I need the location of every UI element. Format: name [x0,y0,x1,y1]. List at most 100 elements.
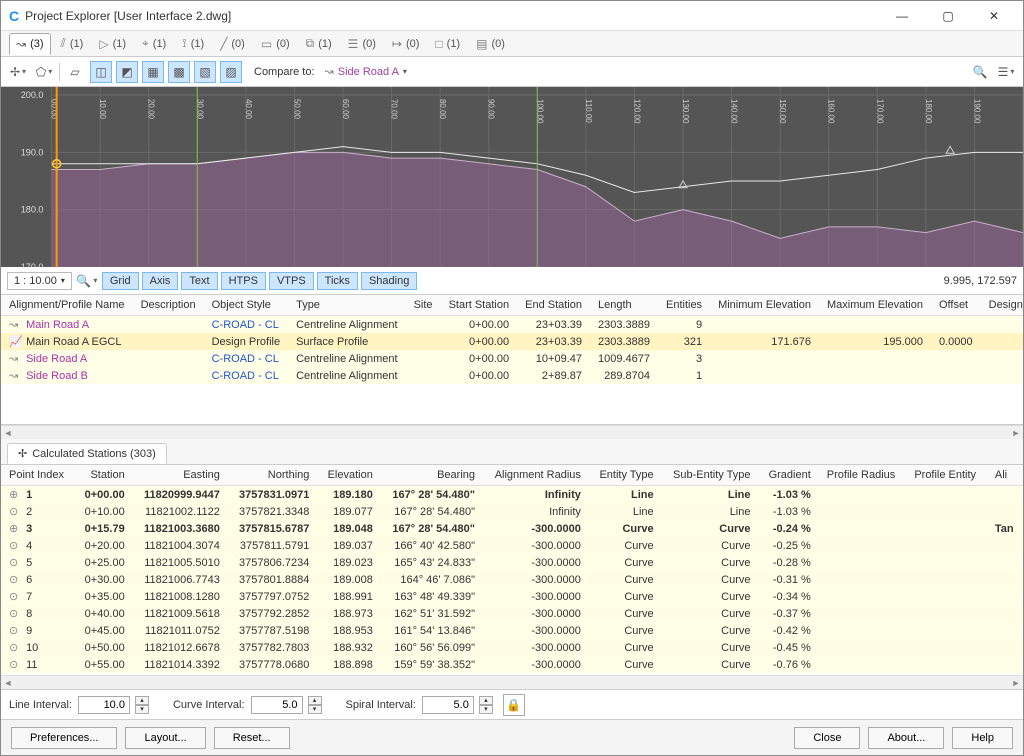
toggle-htps[interactable]: HTPS [221,272,266,290]
svg-text:170.0: 170.0 [21,262,44,267]
line-interval-input[interactable] [78,696,130,714]
toggle-ticks[interactable]: Ticks [317,272,358,290]
view-profile4-icon[interactable]: ▩ [168,61,190,83]
tool-dropdown-1[interactable]: ✢ [7,61,29,83]
station-row[interactable]: ⊙ 9 0+45.00 11821011.0752 3757787.5198 1… [1,622,1023,639]
maximize-button[interactable]: ▢ [925,1,971,30]
zoom-fit-icon[interactable]: 🔍 [76,270,98,292]
category-tab-0[interactable]: ↝(3) [9,33,51,55]
toggle-shading[interactable]: Shading [361,272,417,290]
svg-text:160.00: 160.00 [827,99,836,124]
view-profile1-icon[interactable]: ◫ [90,61,112,83]
toggle-grid[interactable]: Grid [102,272,139,290]
curve-interval-input[interactable] [251,696,303,714]
curve-interval-spinner[interactable]: ▴▾ [308,696,322,714]
alignment-row[interactable]: 📈 Main Road A EGCL Design Profile Surfac… [1,333,1023,350]
view-menu-icon[interactable]: ☰ [995,61,1017,83]
stations-hscroll[interactable]: ◄► [1,675,1023,689]
svg-text:90.00: 90.00 [487,99,496,120]
toggle-vtps[interactable]: VTPS [269,272,314,290]
station-row[interactable]: ⊕ 1 0+00.00 11820999.9447 3757831.0971 1… [1,486,1023,504]
svg-text:100.00: 100.00 [535,99,544,124]
svg-text:110.00: 110.00 [584,99,593,123]
svg-text:140.00: 140.00 [730,99,739,124]
alignment-row[interactable]: ↝ Side Road B C-ROAD - CL Centreline Ali… [1,367,1023,384]
station-row[interactable]: ⊙ 7 0+35.00 11821008.1280 3757797.0752 1… [1,588,1023,605]
station-row[interactable]: ⊙ 5 0+25.00 11821005.5010 3757806.7234 1… [1,554,1023,571]
svg-text:190.00: 190.00 [972,99,981,124]
help-button[interactable]: Help [952,727,1013,749]
line-interval-spinner[interactable]: ▴▾ [135,696,149,714]
profile-chart[interactable]: 200.0190.0180.0170.000.0010.0020.0030.00… [1,87,1023,267]
interval-bar: Line Interval: ▴▾ Curve Interval: ▴▾ Spi… [1,689,1023,719]
coordinate-readout: 9.995, 172.597 [944,275,1017,287]
svg-text:80.00: 80.00 [438,99,447,120]
curve-interval-label: Curve Interval: [173,699,245,711]
station-row[interactable]: ⊙ 11 0+55.00 11821014.3392 3757778.0680 … [1,656,1023,673]
svg-text:200.00: 200.00 [1021,99,1023,124]
chart-controls: 1 : 10.00▾ 🔍 GridAxisTextHTPSVTPSTicksSh… [1,267,1023,295]
view-profile5-icon[interactable]: ▧ [194,61,216,83]
category-tab-9[interactable]: ↦(0) [386,33,426,55]
svg-text:150.00: 150.00 [778,99,787,124]
category-tab-5[interactable]: ╱(0) [214,33,251,55]
svg-text:180.00: 180.00 [924,99,933,124]
alignment-row[interactable]: ↝ Side Road A C-ROAD - CL Centreline Ali… [1,350,1023,367]
category-tab-2[interactable]: ▷(1) [93,33,132,55]
spiral-interval-input[interactable] [422,696,474,714]
category-tab-3[interactable]: ⌖(1) [136,33,172,55]
titlebar: C Project Explorer [User Interface 2.dwg… [1,1,1023,31]
category-tab-10[interactable]: □(1) [429,33,466,55]
station-row[interactable]: ⊙ 2 0+10.00 11821002.1122 3757821.3348 1… [1,503,1023,520]
view-profile2-icon[interactable]: ◩ [116,61,138,83]
view-profile3-icon[interactable]: ▦ [142,61,164,83]
compare-label: Compare to: [254,66,315,78]
category-tab-7[interactable]: ⧉(1) [300,33,338,55]
category-tab-8[interactable]: ☰(0) [342,33,382,55]
compare-dropdown[interactable]: ↝ Side Road A ▾ [319,63,413,80]
svg-text:20.00: 20.00 [147,99,156,120]
station-row[interactable]: ⊕ 3 0+15.79 11821003.3680 3757815.6787 1… [1,520,1023,537]
station-row[interactable]: ⊙ 6 0+30.00 11821006.7743 3757801.8884 1… [1,571,1023,588]
tool-dropdown-2[interactable]: ⬠ [33,61,55,83]
svg-text:120.00: 120.00 [632,99,641,124]
toggle-axis[interactable]: Axis [142,272,179,290]
close-dialog-button[interactable]: Close [794,727,860,749]
category-tab-6[interactable]: ▭(0) [255,33,296,55]
station-row[interactable]: ⊙ 10 0+50.00 11821012.6678 3757782.7803 … [1,639,1023,656]
stations-table[interactable]: Point IndexStationEastingNorthingElevati… [1,465,1023,675]
svg-text:30.00: 30.00 [195,99,204,120]
spiral-interval-label: Spiral Interval: [346,699,416,711]
zoom-icon[interactable]: 🔍 [969,61,991,83]
view-line-icon[interactable]: ▱ [64,61,86,83]
window-title: Project Explorer [User Interface 2.dwg] [25,9,879,23]
station-row[interactable]: ⊙ 8 0+40.00 11821009.5618 3757792.2852 1… [1,605,1023,622]
scale-dropdown[interactable]: 1 : 10.00▾ [7,272,72,290]
svg-text:70.00: 70.00 [390,99,399,120]
preferences-button[interactable]: Preferences... [11,727,117,749]
svg-text:130.00: 130.00 [681,99,690,124]
reset-button[interactable]: Reset... [214,727,290,749]
svg-text:10.00: 10.00 [98,99,107,120]
app-icon: C [9,8,19,24]
svg-text:170.00: 170.00 [875,99,884,124]
layout-button[interactable]: Layout... [125,727,205,749]
alignment-row[interactable]: ↝ Main Road A C-ROAD - CL Centreline Ali… [1,316,1023,334]
minimize-button[interactable]: — [879,1,925,30]
category-tab-1[interactable]: ⫽(1) [55,33,90,55]
svg-text:60.00: 60.00 [341,99,350,120]
lock-icon[interactable]: 🔒 [503,694,525,716]
svg-text:200.0: 200.0 [21,90,44,100]
category-tab-4[interactable]: ⟟(1) [176,33,210,55]
station-row[interactable]: ⊙ 4 0+20.00 11821004.3074 3757811.5791 1… [1,537,1023,554]
about-button[interactable]: About... [868,727,944,749]
close-button[interactable]: ✕ [971,1,1017,30]
view-profile6-icon[interactable]: ▨ [220,61,242,83]
alignment-hscroll[interactable]: ◄► [1,425,1023,439]
category-tab-11[interactable]: ▤(0) [470,33,511,55]
alignment-table[interactable]: Alignment/Profile NameDescriptionObject … [1,295,1023,425]
tab-calculated-stations[interactable]: ✢ Calculated Stations (303) [7,443,167,464]
spiral-interval-spinner[interactable]: ▴▾ [479,696,493,714]
svg-text:190.0: 190.0 [21,147,44,157]
toggle-text[interactable]: Text [181,272,217,290]
